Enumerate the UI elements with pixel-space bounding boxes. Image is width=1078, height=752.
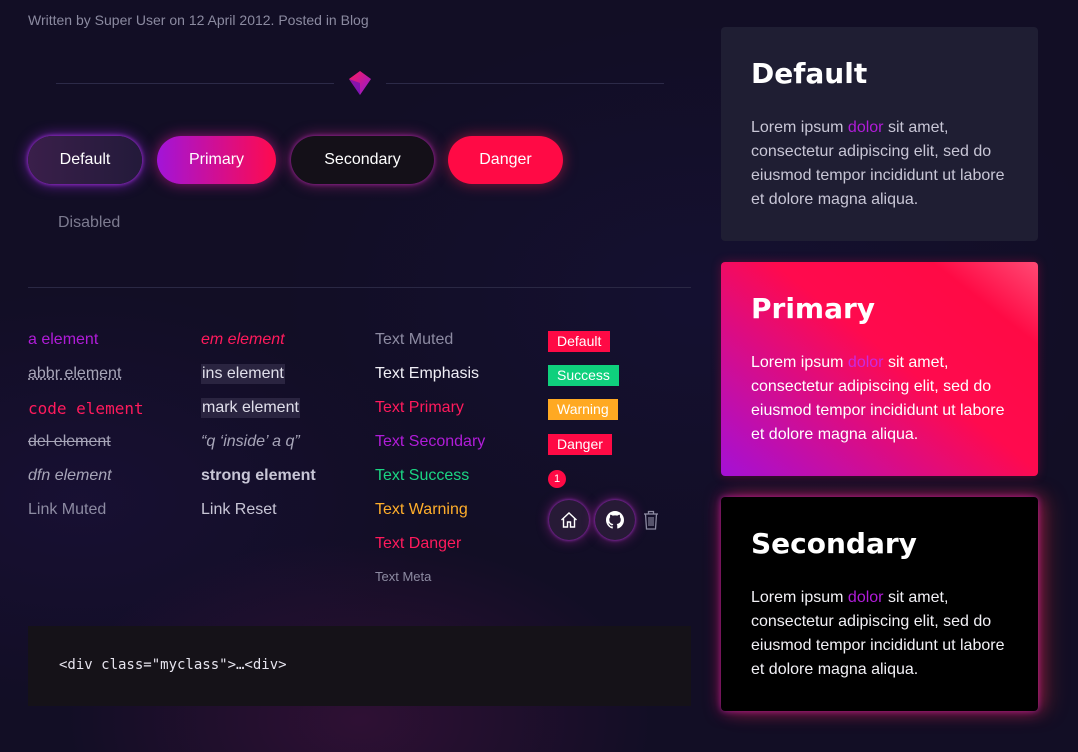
text-success: Text Success — [375, 467, 470, 484]
card-text-before: Lorem ipsum — [751, 589, 848, 606]
card-text-highlight: dolor — [847, 354, 884, 371]
card-secondary: Secondary Lorem ipsum dolor sit amet, co… — [721, 497, 1038, 711]
article-meta: Written by Super User on 12 April 2012. … — [28, 12, 369, 28]
trash-icon — [644, 510, 658, 530]
diamond-icon — [349, 71, 371, 95]
text-danger: Text Danger — [375, 535, 462, 552]
card-default: Default Lorem ipsum dolor sit amet, cons… — [721, 27, 1038, 241]
mark-element: mark element — [201, 398, 300, 418]
danger-button[interactable]: Danger — [448, 136, 563, 184]
text-warning: Text Warning — [375, 501, 468, 518]
text-meta: Text Meta — [375, 569, 432, 584]
card-primary-title: Primary — [751, 292, 876, 325]
default-button[interactable]: Default — [28, 136, 142, 184]
github-icon-button[interactable] — [595, 500, 635, 540]
label-default: Default — [548, 331, 611, 352]
github-icon — [606, 511, 624, 529]
meta-author-link[interactable]: Super User — [95, 12, 166, 28]
dfn-element: dfn element — [28, 467, 112, 484]
text-emphasis: Text Emphasis — [375, 365, 480, 382]
disabled-button: Disabled — [58, 214, 121, 231]
meta-category-link[interactable]: Blog — [341, 12, 369, 28]
card-secondary-title: Secondary — [751, 527, 917, 560]
code-snippet: <div class="myclass">…<div> — [59, 657, 287, 673]
link-reset[interactable]: Link Reset — [201, 500, 277, 520]
secondary-button[interactable]: Secondary — [291, 136, 434, 184]
meta-written-by: Written by — [28, 12, 91, 28]
text-primary: Text Primary — [375, 399, 464, 416]
meta-on: on — [169, 12, 185, 28]
code-block: <div class="myclass">…<div> — [28, 626, 691, 706]
ins-element: ins element — [201, 364, 285, 384]
card-text-before: Lorem ipsum — [751, 119, 848, 136]
a-element-link[interactable]: a element — [28, 330, 98, 350]
card-primary: Primary Lorem ipsum dolor sit amet, cons… — [721, 262, 1038, 476]
label-success: Success — [548, 365, 619, 386]
card-default-title: Default — [751, 57, 868, 90]
primary-button[interactable]: Primary — [157, 136, 276, 184]
trash-icon-button[interactable] — [641, 508, 661, 532]
home-icon-button[interactable] — [549, 500, 589, 540]
card-text-highlight: dolor — [847, 119, 884, 136]
card-secondary-text: Lorem ipsum dolor sit amet, consectetur … — [751, 586, 1013, 682]
divider-line-right — [386, 83, 664, 84]
meta-posted-in: Posted in — [278, 12, 337, 28]
em-element: em element — [201, 331, 285, 348]
divider-line-left — [56, 83, 334, 84]
text-muted: Text Muted — [375, 331, 454, 348]
meta-date: 12 April 2012. — [188, 12, 275, 28]
strong-element: strong element — [201, 467, 316, 484]
label-danger: Danger — [548, 434, 612, 455]
horizontal-rule — [28, 287, 691, 288]
abbr-element: abbr element — [28, 365, 122, 382]
card-primary-text: Lorem ipsum dolor sit amet, consectetur … — [751, 351, 1013, 447]
section-divider — [56, 70, 664, 96]
card-default-text: Lorem ipsum dolor sit amet, consectetur … — [751, 116, 1013, 212]
card-text-highlight: dolor — [847, 589, 884, 606]
code-element: code element — [28, 399, 144, 418]
link-muted[interactable]: Link Muted — [28, 500, 106, 520]
del-element: del element — [28, 433, 111, 450]
count-badge: 1 — [548, 470, 566, 488]
home-icon — [561, 512, 577, 528]
text-secondary: Text Secondary — [375, 433, 486, 450]
card-text-before: Lorem ipsum — [751, 354, 848, 371]
label-warning: Warning — [548, 399, 618, 420]
q-element: “q ‘inside’ a q” — [201, 433, 300, 450]
